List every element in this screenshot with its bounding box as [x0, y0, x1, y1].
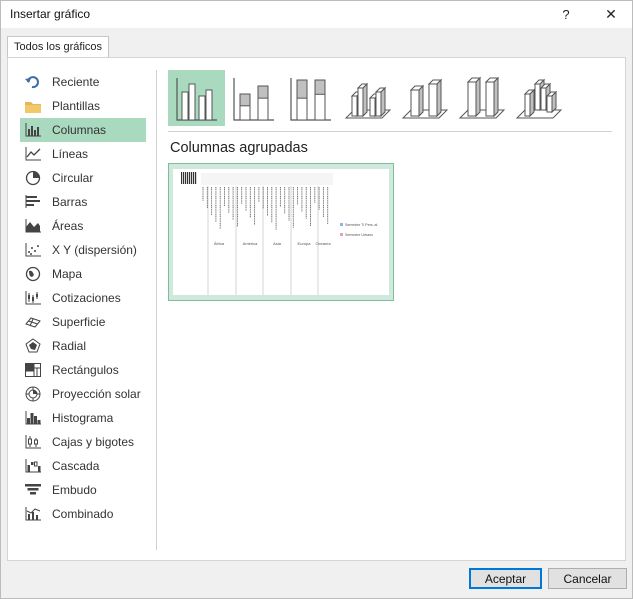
nav-item-label: Cotizaciones	[52, 291, 121, 305]
nav-item-circular[interactable]: Circular	[20, 166, 146, 190]
nav-item-label: Combinado	[52, 507, 114, 521]
radar-chart-icon	[24, 338, 42, 354]
map-chart-icon	[24, 266, 42, 282]
nav-item-columnas[interactable]: Columnas	[20, 118, 146, 142]
nav-item-superficie[interactable]: Superficie	[20, 310, 146, 334]
horizontal-divider	[168, 131, 612, 132]
3d-column-icon[interactable]	[510, 70, 567, 126]
100-stacked-column-icon[interactable]	[282, 70, 339, 126]
chart-preview[interactable]: África América Asia Europa Oceanía Semestre T…	[168, 163, 394, 301]
nav-item-label: Rectángulos	[52, 363, 119, 377]
preview-legend-label: Semestre Ti Pers..al	[345, 223, 378, 227]
preview-bar	[187, 172, 189, 184]
nav-item-cascada[interactable]: Cascada	[20, 454, 146, 478]
stacked-column-icon[interactable]	[225, 70, 282, 126]
dialog-title: Insertar gráfico	[10, 7, 91, 21]
nav-item-label: Cajas y bigotes	[52, 435, 135, 449]
preview-category-label: Europa	[298, 241, 312, 246]
chart-subtype-gallery	[168, 70, 567, 126]
nav-item-cajas-y-bigotes[interactable]: Cajas y bigotes	[20, 430, 146, 454]
nav-item-label: X Y (dispersión)	[52, 243, 137, 257]
preview-legend-swatch	[340, 223, 343, 226]
sunburst-chart-icon	[24, 386, 42, 402]
box-whisker-chart-icon	[24, 434, 42, 450]
chart-panel: Reciente Plantillas Columnas Líneas Circular…	[7, 57, 626, 561]
nav-item-radial[interactable]: Radial	[20, 334, 146, 358]
preview-bar	[193, 172, 195, 184]
waterfall-chart-icon	[24, 458, 42, 474]
nav-item-label: Cascada	[52, 459, 100, 473]
help-button[interactable]: ?	[548, 1, 584, 28]
3d-clustered-column-icon[interactable]	[339, 70, 396, 126]
nav-item-areas[interactable]: Áreas	[20, 214, 146, 238]
clustered-column-icon[interactable]	[168, 70, 225, 126]
preview-bar	[189, 172, 191, 184]
nav-item-mapa[interactable]: Mapa	[20, 262, 146, 286]
preview-bar	[183, 172, 185, 184]
preview-bar	[191, 172, 193, 184]
nav-item-proyeccion-solar[interactable]: Proyección solar	[20, 382, 146, 406]
treemap-chart-icon	[24, 362, 42, 378]
preview-bar	[195, 172, 197, 184]
nav-item-label: Áreas	[52, 219, 84, 233]
nav-item-label: Líneas	[52, 147, 89, 161]
nav-item-label: Circular	[52, 171, 94, 185]
nav-item-cotizaciones[interactable]: Cotizaciones	[20, 286, 146, 310]
nav-item-lineas[interactable]: Líneas	[20, 142, 146, 166]
nav-item-label: Barras	[52, 195, 88, 209]
nav-item-reciente[interactable]: Reciente	[20, 70, 146, 94]
nav-item-histograma[interactable]: Histograma	[20, 406, 146, 430]
stock-chart-icon	[24, 290, 42, 306]
chart-preview-svg: África América Asia Europa Oceanía Semestre T…	[181, 172, 378, 295]
funnel-chart-icon	[24, 482, 42, 498]
title-bar: Insertar gráfico ? ✕	[1, 1, 632, 28]
nav-item-label: Histograma	[52, 411, 114, 425]
cancel-button[interactable]: Cancelar	[548, 568, 627, 589]
nav-item-label: Reciente	[52, 75, 100, 89]
undo-icon	[24, 74, 42, 90]
line-chart-icon	[24, 146, 42, 162]
nav-item-x-y-dispersion[interactable]: X Y (dispersión)	[20, 238, 146, 262]
surface-chart-icon	[24, 314, 42, 330]
3d-100-stacked-column-icon[interactable]	[453, 70, 510, 126]
chart-preview-canvas: África América Asia Europa Oceanía Semestre T…	[173, 169, 389, 295]
preview-category-label: Oceanía	[315, 241, 331, 246]
vertical-divider	[156, 70, 157, 550]
nav-item-label: Superficie	[52, 315, 106, 329]
nav-item-plantillas[interactable]: Plantillas	[20, 94, 146, 118]
pie-chart-icon	[24, 170, 42, 186]
3d-stacked-column-icon[interactable]	[396, 70, 453, 126]
nav-item-rectangulos[interactable]: Rectángulos	[20, 358, 146, 382]
nav-item-label: Mapa	[52, 267, 83, 281]
nav-item-embudo[interactable]: Embudo	[20, 478, 146, 502]
chart-type-list: Reciente Plantillas Columnas Líneas Circular…	[20, 70, 146, 526]
tab-strip: Todos los gráficos	[1, 28, 632, 58]
column-chart-icon	[24, 122, 42, 138]
nav-item-label: Proyección solar	[52, 387, 141, 401]
preview-bar	[185, 172, 187, 184]
close-button[interactable]: ✕	[593, 1, 629, 28]
preview-legend-swatch	[340, 233, 343, 236]
nav-item-label: Columnas	[52, 123, 107, 137]
nav-item-combinado[interactable]: Combinado	[20, 502, 146, 526]
folder-icon	[24, 98, 42, 114]
preview-category-label: Asia	[273, 241, 282, 246]
nav-item-label: Radial	[52, 339, 87, 353]
area-chart-icon	[24, 218, 42, 234]
preview-bar	[181, 172, 183, 184]
ok-button[interactable]: Aceptar	[469, 568, 542, 589]
nav-item-label: Plantillas	[52, 99, 101, 113]
nav-item-barras[interactable]: Barras	[20, 190, 146, 214]
subtype-title: Columnas agrupadas	[170, 140, 308, 156]
scatter-chart-icon	[24, 242, 42, 258]
preview-category-label: África	[214, 241, 225, 246]
tab-all-charts[interactable]: Todos los gráficos	[7, 36, 110, 58]
preview-category-label: América	[243, 241, 258, 246]
bar-chart-icon	[24, 194, 42, 210]
nav-item-label: Embudo	[52, 483, 97, 497]
histogram-chart-icon	[24, 410, 42, 426]
combo-chart-icon	[24, 506, 42, 522]
preview-legend-label: Semestre Urbano	[345, 233, 373, 237]
insert-chart-dialog: Insertar gráfico ? ✕ Todos los gráficos …	[0, 0, 633, 599]
